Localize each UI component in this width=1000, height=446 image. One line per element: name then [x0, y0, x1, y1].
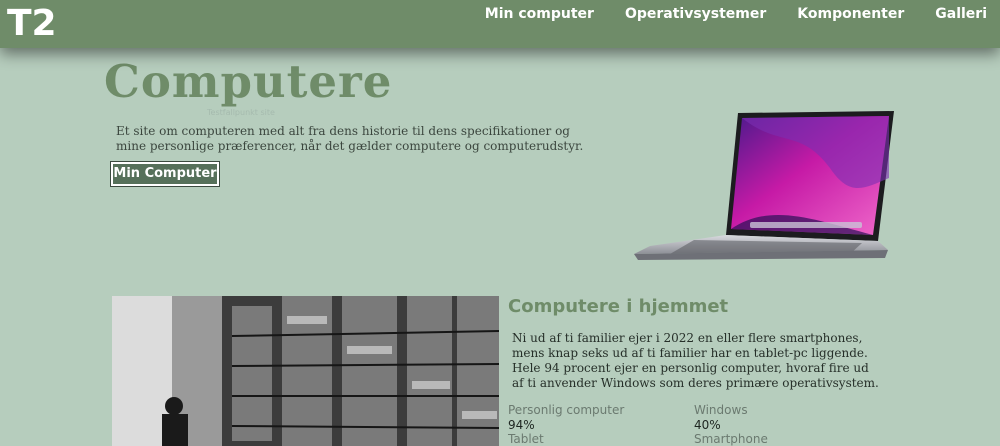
vintage-computer-photo: [112, 296, 499, 446]
nav-link-operativsystemer[interactable]: Operativsystemer: [625, 6, 766, 22]
laptop-image: [634, 111, 894, 260]
stat-value-windows: 40%: [694, 418, 721, 432]
section-title: Computere i hjemmet: [508, 296, 729, 317]
stat-label-tablet: Tablet: [508, 432, 544, 446]
section-description: Ni ud af ti familier ejer i 2022 en elle…: [512, 331, 879, 390]
hero-small-label: Testfallpunkt site: [207, 108, 275, 117]
site-logo[interactable]: T2: [7, 4, 57, 44]
top-navbar: T2 Min computer Operativsystemer Kompone…: [0, 0, 1000, 48]
main-nav: Min computer Operativsystemer Komponente…: [485, 6, 1000, 22]
hero-description: Et site om computeren med alt fra dens h…: [116, 124, 584, 153]
stat-label-personlig-computer: Personlig computer: [508, 403, 625, 417]
nav-link-min-computer[interactable]: Min computer: [485, 6, 594, 22]
nav-link-galleri[interactable]: Galleri: [935, 6, 987, 22]
stat-label-smartphone: Smartphone: [694, 432, 768, 446]
min-computer-button[interactable]: Min Computer: [110, 161, 220, 187]
nav-link-komponenter[interactable]: Komponenter: [797, 6, 904, 22]
stat-label-windows: Windows: [694, 403, 748, 417]
page-title: Computere: [104, 55, 393, 108]
stat-value-personlig-computer: 94%: [508, 418, 535, 432]
